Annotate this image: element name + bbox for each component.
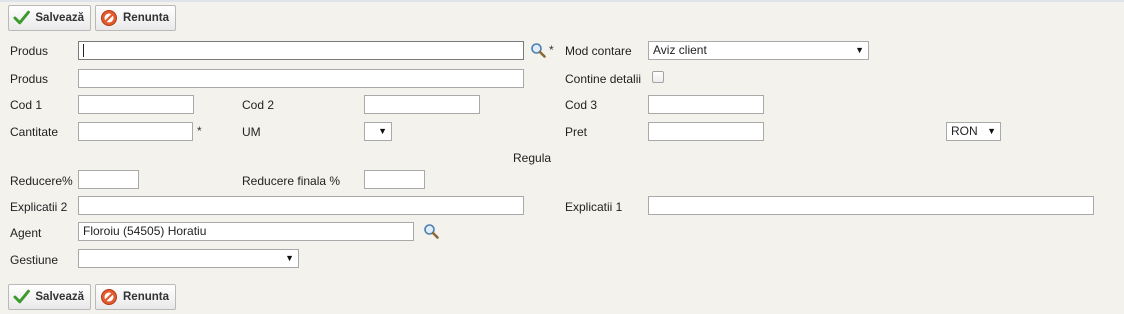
save-button-label: Salvează <box>35 291 84 303</box>
reducere-finala-label: Reducere finala % <box>242 174 341 188</box>
required-marker: * <box>549 43 554 57</box>
explicatii2-input[interactable] <box>78 196 524 215</box>
produs-label: Produs <box>10 44 49 58</box>
checkmark-icon <box>13 10 30 25</box>
search-icon[interactable] <box>530 42 546 58</box>
cod1-input[interactable] <box>78 95 194 114</box>
cantitate-input[interactable] <box>78 122 193 141</box>
cod1-label: Cod 1 <box>10 98 43 112</box>
currency-value: RON <box>951 124 978 138</box>
save-button-bottom[interactable]: Salvează <box>8 284 91 310</box>
save-button-top[interactable]: Salvează <box>8 5 91 31</box>
top-border <box>0 0 1124 2</box>
reducere-label: Reducere% <box>10 174 73 188</box>
mod-contare-label: Mod contare <box>565 44 632 58</box>
contine-detalii-label: Contine detalii <box>565 72 642 86</box>
cancel-button-label: Renunta <box>123 12 169 24</box>
explicatii1-input[interactable] <box>648 196 1094 215</box>
gestiune-select[interactable]: ▼ <box>78 249 299 268</box>
save-button-label: Salvează <box>35 12 84 24</box>
explicatii2-label: Explicatii 2 <box>10 200 68 214</box>
produs-input[interactable] <box>78 41 524 60</box>
cancel-icon <box>101 10 117 26</box>
um-label: UM <box>242 125 261 139</box>
text-caret <box>83 44 84 58</box>
chevron-down-icon: ▼ <box>378 126 387 136</box>
mod-contare-select[interactable]: Aviz client ▼ <box>648 41 869 60</box>
produs2-label: Produs <box>10 72 49 86</box>
agent-input[interactable]: Floroiu (54505) Horatiu <box>78 222 414 241</box>
pret-label: Pret <box>565 125 588 139</box>
contine-detalii-checkbox[interactable] <box>652 71 664 83</box>
cod2-label: Cod 2 <box>242 98 275 112</box>
cancel-button-label: Renunta <box>123 291 169 303</box>
cod2-input[interactable] <box>364 95 480 114</box>
chevron-down-icon: ▼ <box>855 45 864 55</box>
agent-label: Agent <box>10 226 42 240</box>
regula-heading: Regula <box>513 151 552 165</box>
mod-contare-value: Aviz client <box>653 43 707 57</box>
currency-select[interactable]: RON ▼ <box>946 122 1001 141</box>
required-marker: * <box>197 124 202 138</box>
um-select[interactable]: ▼ <box>364 122 392 141</box>
chevron-down-icon: ▼ <box>987 126 996 136</box>
cancel-icon <box>101 289 117 305</box>
reducere-input[interactable] <box>78 170 139 189</box>
explicatii1-label: Explicatii 1 <box>565 200 623 214</box>
gestiune-label: Gestiune <box>10 253 59 267</box>
cod3-input[interactable] <box>648 95 764 114</box>
produs2-input[interactable] <box>78 69 524 88</box>
chevron-down-icon: ▼ <box>285 253 294 263</box>
cancel-button-bottom[interactable]: Renunta <box>95 284 176 310</box>
cantitate-label: Cantitate <box>10 125 59 139</box>
checkmark-icon <box>13 289 30 304</box>
pret-input[interactable] <box>648 122 764 141</box>
search-icon[interactable] <box>423 223 439 239</box>
reducere-finala-input[interactable] <box>364 170 425 189</box>
cod3-label: Cod 3 <box>565 98 598 112</box>
cancel-button-top[interactable]: Renunta <box>95 5 176 31</box>
